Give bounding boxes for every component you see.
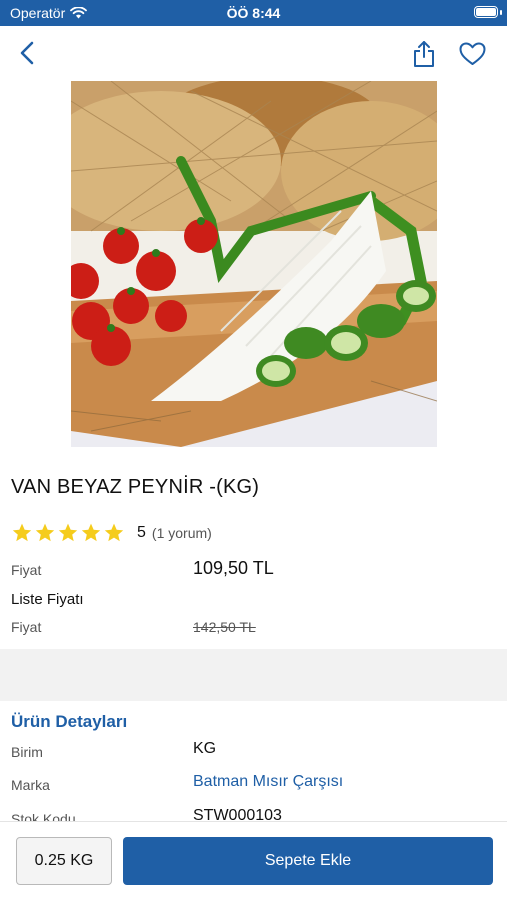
favorite-button[interactable] bbox=[456, 38, 488, 70]
navigation-bar bbox=[0, 26, 507, 80]
rating[interactable]: 5 (1 yorum) bbox=[11, 522, 212, 544]
detail-label: Marka bbox=[11, 777, 50, 793]
star-icon bbox=[12, 523, 32, 542]
add-to-cart-button[interactable]: Sepete Ekle bbox=[123, 837, 493, 885]
detail-row-unit: Birim KG bbox=[11, 740, 491, 764]
brand-link[interactable]: Batman Mısır Çarşısı bbox=[193, 773, 343, 791]
star-icon bbox=[58, 523, 78, 542]
price-value: 109,50 TL bbox=[193, 558, 274, 578]
clock: ÖÖ 8:44 bbox=[226, 5, 281, 21]
star-icon bbox=[35, 523, 55, 542]
status-bar: Operatör ÖÖ 8:44 bbox=[0, 0, 507, 26]
star-icon bbox=[104, 523, 124, 542]
share-button[interactable] bbox=[408, 38, 440, 70]
detail-value: KG bbox=[193, 740, 217, 757]
chevron-left-icon bbox=[20, 41, 34, 65]
detail-label: Birim bbox=[11, 744, 43, 760]
section-separator bbox=[0, 649, 507, 701]
product-title: VAN BEYAZ PEYNİR -(KG) bbox=[11, 476, 260, 498]
review-count[interactable]: (1 yorum) bbox=[152, 525, 212, 541]
battery-tip bbox=[500, 10, 502, 15]
detail-row-brand: Marka Batman Mısır Çarşısı bbox=[11, 773, 491, 797]
rating-score: 5 bbox=[137, 524, 146, 541]
list-price-value: 142,50 TL bbox=[193, 619, 256, 635]
list-price-title: Liste Fiyatı bbox=[11, 591, 84, 608]
battery-icon bbox=[474, 6, 498, 18]
share-icon bbox=[414, 41, 434, 67]
price-label: Fiyat bbox=[11, 562, 42, 578]
list-price-label: Fiyat bbox=[11, 619, 42, 635]
heart-icon bbox=[459, 42, 485, 65]
back-button[interactable] bbox=[12, 38, 42, 68]
star-icon bbox=[81, 523, 101, 542]
bottom-action-bar: 0.25 KG Sepete Ekle bbox=[0, 821, 507, 900]
product-photo bbox=[71, 81, 437, 447]
star-rating bbox=[11, 522, 125, 544]
details-title: Ürün Detayları bbox=[11, 712, 128, 731]
quantity-selector[interactable]: 0.25 KG bbox=[16, 837, 112, 885]
product-image[interactable] bbox=[71, 81, 437, 447]
